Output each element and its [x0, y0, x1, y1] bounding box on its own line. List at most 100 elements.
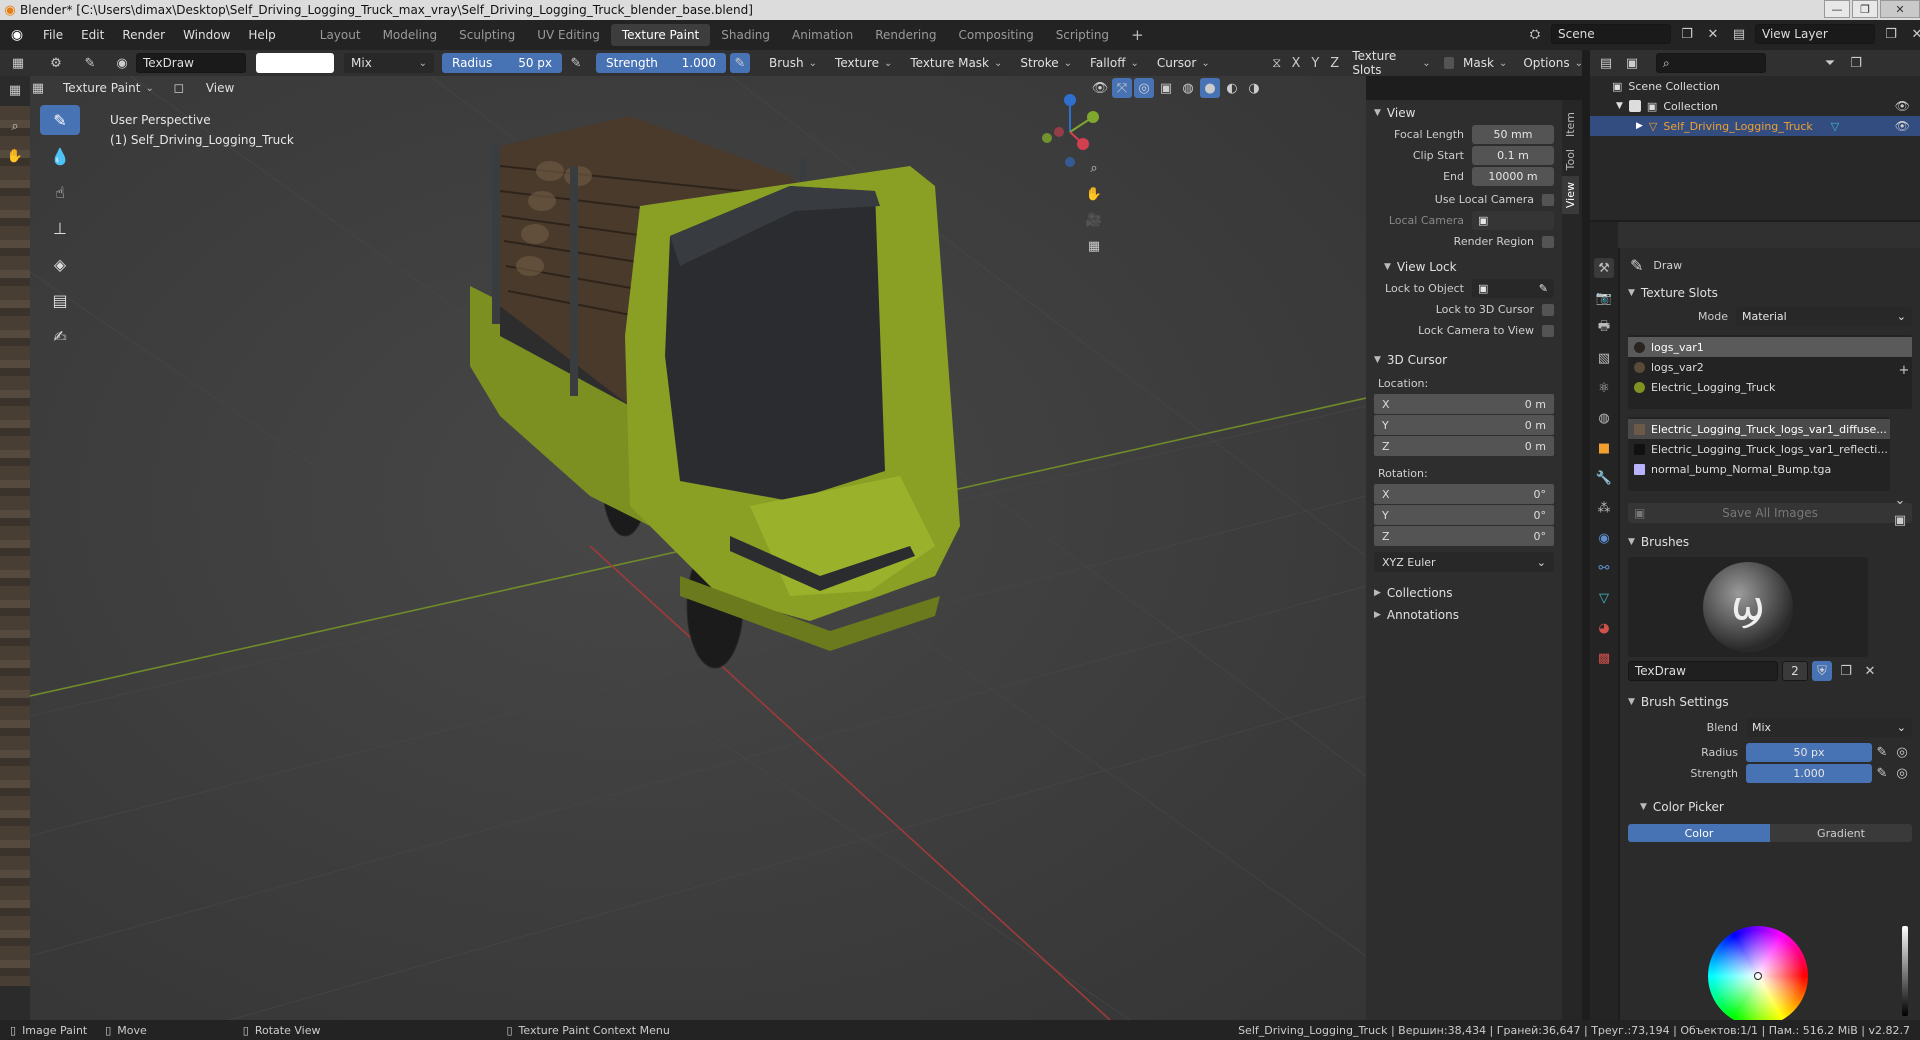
xray-icon[interactable]: ▣	[1156, 78, 1176, 98]
mask-checkbox[interactable]	[1443, 57, 1454, 69]
fake-user-icon[interactable]: ⛨	[1812, 661, 1832, 681]
scene-tab-icon[interactable]: ⚛	[1594, 378, 1614, 398]
blend-dropdown[interactable]: Mix ⌄	[1746, 718, 1912, 737]
radius-pressure-icon[interactable]: ✎	[566, 53, 586, 73]
slot-mode-dropdown[interactable]: Material ⌄	[1736, 307, 1912, 326]
draw-tool-icon[interactable]: ✎	[40, 105, 80, 135]
data-tab-icon[interactable]: ▽	[1594, 588, 1614, 608]
outliner-collection[interactable]: ▼ ▣ Collection 👁	[1590, 96, 1920, 116]
particles-tab-icon[interactable]: ⁂	[1594, 498, 1614, 518]
radius-pressure-icon[interactable]: ✎	[1872, 743, 1892, 763]
overlay-toggle-icon[interactable]: ◎	[1134, 78, 1154, 98]
shading-solid-icon[interactable]: ●	[1200, 78, 1220, 98]
list-item[interactable]: logs_var1	[1628, 337, 1912, 357]
brush-preview[interactable]: ϣ	[1628, 557, 1868, 657]
lock-camera-to-view-checkbox[interactable]	[1542, 324, 1554, 337]
symmetry-x-toggle[interactable]: X	[1287, 53, 1304, 73]
props-radius-slider[interactable]: 50 px	[1746, 743, 1872, 762]
3d-cursor-section-header[interactable]: ▼ 3D Cursor	[1366, 349, 1562, 371]
blender-menu-icon[interactable]: ◉	[0, 27, 34, 43]
rotation-x-field[interactable]: X 0°	[1374, 484, 1554, 504]
focal-length-field[interactable]: 50 mm	[1472, 125, 1554, 144]
clip-end-field[interactable]: 10000 m	[1472, 167, 1554, 186]
use-local-camera-checkbox[interactable]	[1542, 193, 1554, 206]
camera-view-icon[interactable]: 🎥	[1084, 210, 1104, 230]
menu-render[interactable]: Render	[113, 20, 174, 50]
outliner-object-row[interactable]: ▶ ▽ Self_Driving_Logging_Truck ▽ 👁	[1590, 116, 1920, 136]
pan-view-icon[interactable]: ✋	[1084, 184, 1104, 204]
location-z-field[interactable]: Z 0 m	[1374, 436, 1554, 456]
unlink-brush-icon[interactable]: ✕	[1860, 661, 1880, 681]
value-slider[interactable]	[1902, 926, 1908, 1016]
add-workspace-button[interactable]: +	[1120, 24, 1155, 46]
location-x-field[interactable]: X 0 m	[1374, 394, 1554, 414]
editor-type-icon[interactable]: ▦	[8, 53, 28, 73]
physics-tab-icon[interactable]: ◉	[1594, 528, 1614, 548]
new-scene-icon[interactable]: ❐	[1677, 24, 1697, 44]
brush-menu[interactable]: Brush	[762, 53, 824, 73]
shading-wireframe-icon[interactable]: ◍	[1178, 78, 1198, 98]
stroke-menu[interactable]: Stroke	[1013, 53, 1079, 73]
maximize-button[interactable]: ❐	[1852, 0, 1878, 18]
cursor-menu[interactable]: Cursor	[1150, 53, 1217, 73]
tab-compositing[interactable]: Compositing	[947, 24, 1044, 46]
props-strength-slider[interactable]: 1.000	[1746, 764, 1872, 783]
filter-icon[interactable]: ⏷	[1820, 53, 1840, 73]
outliner-editor-icon[interactable]: ▤	[1596, 53, 1616, 73]
menu-window[interactable]: Window	[174, 20, 239, 50]
soften-tool-icon[interactable]: 💧	[40, 141, 80, 171]
world-tab-icon[interactable]: ◍	[1594, 408, 1614, 428]
mask-tool-icon[interactable]: ▤	[40, 285, 80, 315]
texture-slots-menu[interactable]: Texture Slots	[1345, 49, 1437, 77]
radius-slider[interactable]: Radius 50 px	[442, 53, 562, 73]
tool-settings-icon[interactable]: ⚙	[46, 53, 66, 73]
save-all-images-button[interactable]: ▣ Save All Images	[1628, 503, 1912, 523]
brush-image-icon[interactable]: ▣	[1890, 510, 1910, 530]
list-item[interactable]: Electric_Logging_Truck	[1628, 377, 1912, 397]
tab-tool[interactable]: Tool	[1562, 143, 1579, 176]
texture-tab-icon[interactable]: ▩	[1594, 648, 1614, 668]
duplicate-brush-icon[interactable]: ❐	[1836, 661, 1856, 681]
delete-view-layer-icon[interactable]: ✕	[1907, 24, 1920, 44]
texture-menu[interactable]: Texture	[828, 53, 899, 73]
symmetry-icon[interactable]: ⧖	[1268, 53, 1285, 73]
brush-dropdown-icon[interactable]: ⌄	[1890, 490, 1910, 510]
mode-selector[interactable]: Texture Paint	[56, 78, 161, 98]
tab-gradient[interactable]: Gradient	[1770, 824, 1912, 842]
close-button[interactable]: ✕	[1880, 0, 1920, 18]
lock-to-cursor-checkbox[interactable]	[1542, 303, 1554, 316]
menu-help[interactable]: Help	[239, 20, 284, 50]
texture-slots-header[interactable]: ▼ Texture Slots	[1620, 282, 1920, 304]
radius-unit-icon[interactable]: ◎	[1892, 743, 1912, 763]
symmetry-y-toggle[interactable]: Y	[1307, 53, 1324, 73]
tab-texture-paint[interactable]: Texture Paint	[610, 24, 711, 46]
view-layer-icon[interactable]: ▤	[1729, 24, 1749, 44]
location-y-field[interactable]: Y 0 m	[1374, 415, 1554, 435]
clip-start-field[interactable]: 0.1 m	[1472, 146, 1554, 165]
tab-rendering[interactable]: Rendering	[864, 24, 947, 46]
menu-file[interactable]: File	[34, 20, 72, 50]
tab-item[interactable]: Item	[1562, 106, 1579, 143]
falloff-menu[interactable]: Falloff	[1083, 53, 1146, 73]
brushes-header[interactable]: ▼ Brushes	[1620, 531, 1920, 553]
options-menu[interactable]: Options	[1516, 53, 1590, 73]
outliner-scene-collection[interactable]: ▣ Scene Collection	[1590, 76, 1920, 96]
expand-icon[interactable]: ▶	[1636, 121, 1643, 131]
scene-icon[interactable]: ⛭	[1525, 24, 1545, 44]
pan-hand-icon[interactable]: ✋	[5, 146, 25, 166]
rotation-y-field[interactable]: Y 0°	[1374, 505, 1554, 525]
shading-rendered-icon[interactable]: ◑	[1244, 78, 1264, 98]
view-layer-tab-icon[interactable]: ▧	[1594, 348, 1614, 368]
new-collection-icon[interactable]: ❐	[1846, 53, 1866, 73]
tab-layout[interactable]: Layout	[309, 24, 372, 46]
lock-to-object-field[interactable]: ▣ ✎	[1472, 279, 1554, 298]
brush-name-field[interactable]: TexDraw	[136, 53, 246, 73]
constraints-tab-icon[interactable]: ⚯	[1594, 558, 1614, 578]
tab-modeling[interactable]: Modeling	[372, 24, 449, 46]
delete-scene-icon[interactable]: ✕	[1703, 24, 1723, 44]
modifier-tab-icon[interactable]: 🔧	[1594, 468, 1614, 488]
gizmo-toggle-icon[interactable]: ⤧	[1112, 78, 1132, 98]
menu-edit[interactable]: Edit	[72, 20, 113, 50]
blend-mode-dropdown[interactable]: Mix	[344, 53, 434, 73]
rotation-z-field[interactable]: Z 0°	[1374, 526, 1554, 546]
